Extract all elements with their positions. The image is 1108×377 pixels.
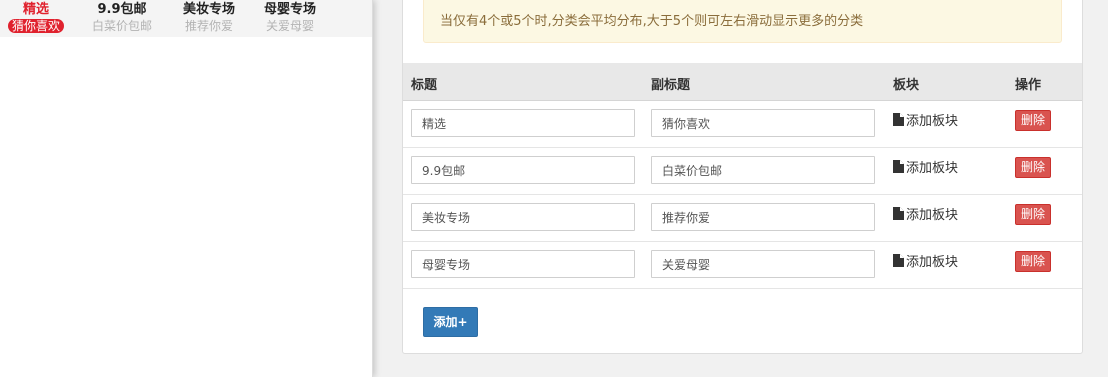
preview-pane: 精选 猜你喜欢 9.9包邮 白菜价包邮 美妆专场 推荐你爱 母婴专场 关爱母婴: [0, 0, 373, 377]
file-icon: [893, 254, 904, 267]
category-name: 9.9包邮: [97, 2, 147, 17]
delete-button[interactable]: 删除: [1015, 251, 1051, 272]
table-header: 标题 副标题 板块 操作: [403, 63, 1082, 101]
add-block-label: 添加板块: [906, 161, 959, 176]
add-block-label: 添加板块: [906, 255, 959, 270]
add-block-link[interactable]: 添加板块: [893, 204, 958, 223]
category-name: 美妆专场: [182, 2, 235, 17]
category-subtitle: 关爱母婴: [265, 19, 314, 33]
column-header-block: 板块: [893, 78, 920, 93]
subtitle-input[interactable]: [651, 109, 875, 137]
category-tab-3[interactable]: 母婴专场 关爱母婴: [254, 0, 326, 34]
file-icon: [893, 207, 904, 220]
subtitle-input[interactable]: [651, 156, 875, 184]
category-name: 母婴专场: [263, 2, 316, 17]
add-block-link[interactable]: 添加板块: [893, 110, 958, 129]
add-block-label: 添加板块: [906, 208, 959, 223]
category-bar: 精选 猜你喜欢 9.9包邮 白菜价包邮 美妆专场 推荐你爱 母婴专场 关爱母婴: [0, 0, 372, 37]
category-subtitle: 白菜价包邮: [91, 19, 152, 33]
category-tab-0[interactable]: 精选 猜你喜欢: [0, 0, 72, 34]
add-block-label: 添加板块: [906, 114, 959, 129]
category-tab-2[interactable]: 美妆专场 推荐你爱: [173, 0, 245, 34]
subtitle-input[interactable]: [651, 203, 875, 231]
category-subtitle: 推荐你爱: [184, 19, 233, 33]
table-row: 添加板块 删除: [403, 148, 1082, 195]
subtitle-input[interactable]: [651, 250, 875, 278]
title-input[interactable]: [411, 250, 635, 278]
info-alert-text: 当仅有4个或5个时,分类会平均分布,大于5个则可左右滑动显示更多的分类: [440, 14, 864, 29]
add-block-link[interactable]: 添加板块: [893, 157, 958, 176]
title-input[interactable]: [411, 109, 635, 137]
column-header-subtitle: 副标题: [651, 78, 691, 93]
category-name: 精选: [22, 2, 49, 17]
file-icon: [893, 113, 904, 126]
delete-button[interactable]: 删除: [1015, 157, 1051, 178]
info-alert: 当仅有4个或5个时,分类会平均分布,大于5个则可左右滑动显示更多的分类: [423, 0, 1062, 43]
add-category-button[interactable]: 添加+: [423, 307, 478, 337]
table-row: 添加板块 删除: [403, 101, 1082, 148]
title-input[interactable]: [411, 203, 635, 231]
category-settings-panel: 当仅有4个或5个时,分类会平均分布,大于5个则可左右滑动显示更多的分类 标题 副…: [402, 0, 1083, 354]
file-icon: [893, 160, 904, 173]
table-row: 添加板块 删除: [403, 242, 1082, 289]
delete-button[interactable]: 删除: [1015, 204, 1051, 225]
column-header-action: 操作: [1015, 78, 1042, 93]
delete-button[interactable]: 删除: [1015, 110, 1051, 131]
table-row: 添加板块 删除: [403, 195, 1082, 242]
add-block-link[interactable]: 添加板块: [893, 251, 958, 270]
category-tab-1[interactable]: 9.9包邮 白菜价包邮: [86, 0, 158, 34]
category-subtitle-badge: 猜你喜欢: [7, 19, 64, 33]
column-header-title: 标题: [411, 78, 438, 93]
title-input[interactable]: [411, 156, 635, 184]
